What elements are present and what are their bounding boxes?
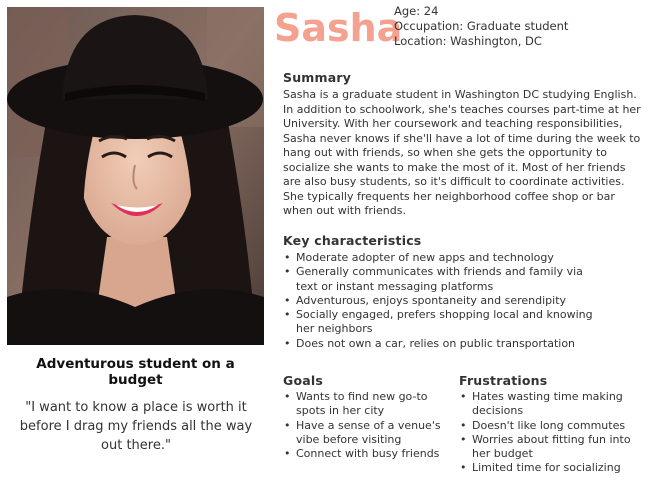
summary-text: Sasha is a graduate student in Washingto… (283, 88, 641, 217)
persona-meta: Age: 24 Occupation: Graduate student Loc… (394, 4, 568, 49)
characteristics-list: Moderate adopter of new apps and technol… (284, 251, 594, 351)
list-item: Hates wasting time making decisions (460, 390, 645, 419)
summary-title: Summary (283, 70, 352, 85)
list-item: Generally communicates with friends and … (284, 265, 594, 294)
persona-age: Age: 24 (394, 4, 439, 18)
characteristics-title: Key characteristics (283, 233, 422, 248)
persona-location: Location: Washington, DC (394, 34, 542, 48)
list-item: Does not own a car, relies on public tra… (284, 337, 594, 352)
list-item: Adventurous, enjoys spontaneity and sere… (284, 294, 594, 309)
persona-tagline: Adventurous student on a budget (36, 356, 235, 388)
persona-quote: "I want to know a place is worth it befo… (19, 400, 253, 453)
goals-list: Wants to find new go-to spots in her cit… (284, 390, 449, 462)
persona-name: Sasha (274, 6, 403, 50)
list-item: Connect with busy friends (284, 447, 449, 462)
frustrations-list: Hates wasting time making decisions Does… (460, 390, 645, 476)
frustrations-title: Frustrations (459, 373, 548, 388)
list-item: Wants to find new go-to spots in her cit… (284, 390, 449, 419)
list-item: Worries about fitting fun into her budge… (460, 433, 645, 462)
list-item: Have a sense of a venue's vibe before vi… (284, 419, 449, 448)
goals-title: Goals (283, 373, 324, 388)
list-item: Moderate adopter of new apps and technol… (284, 251, 594, 266)
list-item: Socially engaged, prefers shopping local… (284, 308, 594, 337)
persona-photo (7, 7, 264, 345)
list-item: Doesn't like long commutes (460, 419, 645, 434)
persona-occupation: Occupation: Graduate student (394, 19, 569, 33)
list-item: Limited time for socializing (460, 461, 645, 476)
